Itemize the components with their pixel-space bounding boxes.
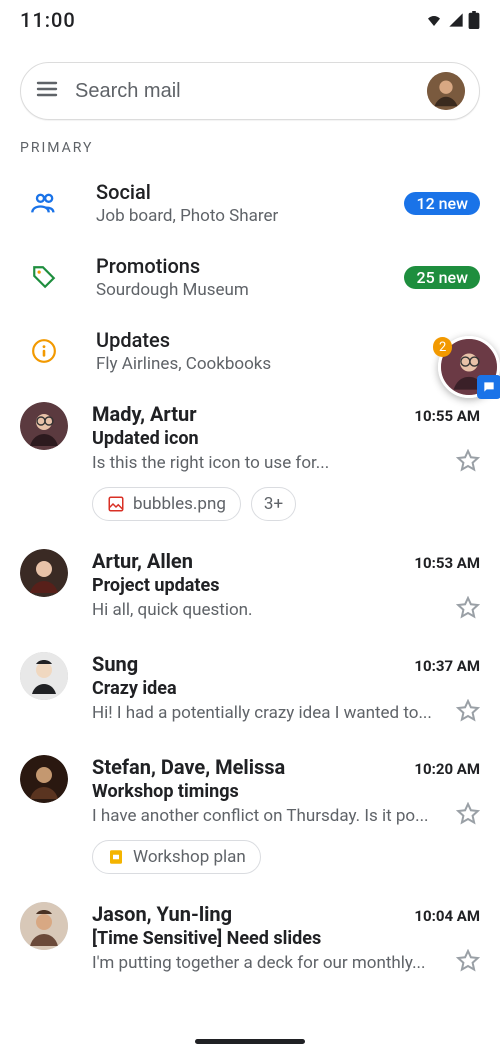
chip-label: Workshop plan bbox=[133, 847, 246, 867]
email-sender: Artur, Allen bbox=[92, 549, 193, 573]
email-subject: Updated icon bbox=[92, 428, 480, 449]
email-time: 10:37 AM bbox=[414, 657, 480, 675]
email-item[interactable]: Artur, Allen 10:53 AM Project updates Hi… bbox=[0, 535, 500, 638]
email-body: Sung 10:37 AM Crazy idea Hi! I had a pot… bbox=[92, 652, 480, 727]
email-item[interactable]: Stefan, Dave, Melissa 10:20 AM Workshop … bbox=[0, 741, 500, 888]
searchbar[interactable] bbox=[20, 62, 480, 120]
menu-icon[interactable] bbox=[35, 77, 59, 105]
email-subject: Project updates bbox=[92, 575, 480, 596]
email-body: Jason, Yun-ling 10:04 AM [Time Sensitive… bbox=[92, 902, 480, 977]
attachment-chips: Workshop plan bbox=[92, 840, 480, 874]
sender-avatar[interactable] bbox=[20, 755, 68, 803]
chat-head[interactable]: 2 bbox=[438, 336, 500, 398]
slides-icon bbox=[107, 848, 125, 866]
category-text: Updates Fly Airlines, Cookbooks bbox=[96, 328, 480, 374]
people-icon bbox=[20, 189, 68, 217]
email-subject: Workshop timings bbox=[92, 781, 480, 802]
email-snippet: I'm putting together a deck for our mont… bbox=[92, 953, 446, 973]
email-subject: Crazy idea bbox=[92, 678, 480, 699]
section-label-primary: PRIMARY bbox=[0, 130, 500, 166]
email-time: 10:55 AM bbox=[414, 407, 480, 425]
category-title: Promotions bbox=[96, 254, 376, 278]
star-icon[interactable] bbox=[456, 699, 480, 727]
attachment-chip[interactable]: Workshop plan bbox=[92, 840, 261, 874]
info-icon bbox=[20, 338, 68, 364]
email-body: Stefan, Dave, Melissa 10:20 AM Workshop … bbox=[92, 755, 480, 874]
search-input[interactable] bbox=[75, 80, 411, 103]
email-sender: Stefan, Dave, Melissa bbox=[92, 755, 285, 779]
email-snippet: Hi all, quick question. bbox=[92, 600, 446, 620]
status-icons bbox=[424, 11, 480, 29]
attachment-chips: bubbles.png 3+ bbox=[92, 487, 480, 521]
email-sender: Jason, Yun-ling bbox=[92, 902, 232, 926]
wifi-icon bbox=[424, 12, 444, 28]
home-indicator[interactable] bbox=[195, 1039, 305, 1044]
email-body: Mady, Artur 10:55 AM Updated icon Is thi… bbox=[92, 402, 480, 521]
email-subject: [Time Sensitive] Need slides bbox=[92, 928, 480, 949]
email-item[interactable]: Jason, Yun-ling 10:04 AM [Time Sensitive… bbox=[0, 888, 500, 991]
category-social[interactable]: Social Job board, Photo Sharer 12 new bbox=[0, 166, 500, 240]
email-snippet: Is this the right icon to use for... bbox=[92, 453, 446, 473]
category-promotions[interactable]: Promotions Sourdough Museum 25 new bbox=[0, 240, 500, 314]
attachment-more-chip[interactable]: 3+ bbox=[251, 487, 296, 521]
category-subtitle: Sourdough Museum bbox=[96, 280, 376, 300]
category-updates[interactable]: Updates Fly Airlines, Cookbooks bbox=[0, 314, 500, 388]
sender-avatar[interactable] bbox=[20, 902, 68, 950]
email-time: 10:53 AM bbox=[414, 554, 480, 572]
badge-new: 25 new bbox=[404, 266, 480, 289]
category-subtitle: Fly Airlines, Cookbooks bbox=[96, 354, 480, 374]
email-body: Artur, Allen 10:53 AM Project updates Hi… bbox=[92, 549, 480, 624]
email-time: 10:20 AM bbox=[414, 760, 480, 778]
category-subtitle: Job board, Photo Sharer bbox=[96, 206, 376, 226]
star-icon[interactable] bbox=[456, 449, 480, 477]
category-title: Social bbox=[96, 180, 376, 204]
email-item[interactable]: Sung 10:37 AM Crazy idea Hi! I had a pot… bbox=[0, 638, 500, 741]
sender-avatar[interactable] bbox=[20, 549, 68, 597]
email-sender: Mady, Artur bbox=[92, 402, 197, 426]
status-bar: 11:00 bbox=[0, 0, 500, 40]
category-text: Social Job board, Photo Sharer bbox=[96, 180, 376, 226]
sender-avatar[interactable] bbox=[20, 652, 68, 700]
tag-icon bbox=[20, 264, 68, 290]
chip-label: bubbles.png bbox=[133, 494, 226, 514]
email-snippet: I have another conflict on Thursday. Is … bbox=[92, 806, 446, 826]
chat-head-badge: 2 bbox=[433, 337, 452, 357]
category-title: Updates bbox=[96, 328, 480, 352]
star-icon[interactable] bbox=[456, 596, 480, 624]
badge-new: 12 new bbox=[404, 192, 480, 215]
status-time: 11:00 bbox=[20, 8, 76, 32]
attachment-chip[interactable]: bubbles.png bbox=[92, 487, 241, 521]
category-text: Promotions Sourdough Museum bbox=[96, 254, 376, 300]
battery-icon bbox=[468, 11, 480, 29]
searchbar-container bbox=[0, 40, 500, 130]
star-icon[interactable] bbox=[456, 802, 480, 830]
email-sender: Sung bbox=[92, 652, 138, 676]
account-avatar[interactable] bbox=[427, 72, 465, 110]
messages-icon bbox=[477, 375, 500, 399]
sender-avatar[interactable] bbox=[20, 402, 68, 450]
image-icon bbox=[107, 495, 125, 513]
email-snippet: Hi! I had a potentially crazy idea I wan… bbox=[92, 703, 446, 723]
email-time: 10:04 AM bbox=[414, 907, 480, 925]
email-item[interactable]: Mady, Artur 10:55 AM Updated icon Is thi… bbox=[0, 388, 500, 535]
chip-label: 3+ bbox=[264, 494, 283, 514]
signal-icon bbox=[447, 12, 465, 28]
star-icon[interactable] bbox=[456, 949, 480, 977]
